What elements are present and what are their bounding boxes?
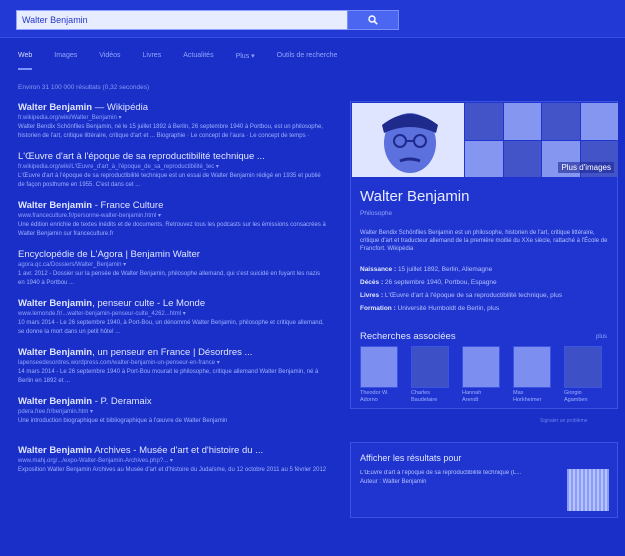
person-photo	[411, 346, 449, 388]
search-result: Encyclopédie de L'Agora | Benjamin Walte…	[18, 249, 328, 287]
related-people: Theodor W. Adorno Charles Baudelaire Hanna…	[360, 346, 602, 404]
portrait-image[interactable]	[352, 103, 464, 177]
person-photo	[513, 346, 551, 388]
result-url[interactable]: pdera.free.fr/benjamin.htm ▾	[18, 408, 328, 417]
result-stats: Environ 31 100 000 résultats (0,32 secon…	[18, 84, 150, 91]
entity-description: Walter Bendix Schönflies Benjamin est un…	[360, 230, 608, 252]
person-name: Giorgio Agamben	[564, 390, 588, 403]
person-photo	[462, 346, 500, 388]
result-url[interactable]: www.mahj.org/.../expo-Walter-Benjamin-Ar…	[18, 457, 328, 466]
person-name: Hannah Arendt	[462, 390, 482, 403]
search-button[interactable]	[347, 10, 399, 30]
search-input[interactable]: Walter Benjamin	[16, 10, 348, 30]
search-icon	[368, 15, 378, 25]
book-author: Auteur : Walter Benjamin	[360, 479, 427, 485]
result-title-link[interactable]: Walter Benjamin - France Culture	[18, 200, 328, 212]
fact-death: Décès : 26 septembre 1940, Portbou, Espa…	[360, 279, 497, 286]
search-result: Walter Benjamin - France Culture www.fra…	[18, 200, 328, 238]
result-url[interactable]: fr.wikipedia.org/wiki/L'Œuvre_d'art_à_l'…	[18, 163, 328, 172]
thumbnail-image[interactable]	[465, 103, 503, 140]
result-url[interactable]: lapenseedesordres.wordpress.com/walter-b…	[18, 359, 328, 368]
result-snippet: Une introduction biographique et bibliog…	[18, 418, 228, 424]
fact-books[interactable]: Livres : L'Œuvre d'art à l'époque de sa …	[360, 292, 612, 299]
thumbnail-image[interactable]	[542, 103, 580, 140]
person-name: Charles Baudelaire	[411, 390, 438, 403]
fact-education[interactable]: Formation : Université Humboldt de Berli…	[360, 305, 612, 312]
result-snippet: Une édition enrichie de textes inédits e…	[18, 222, 326, 237]
show-results-heading: Afficher les résultats pour	[360, 453, 462, 463]
result-url[interactable]: agora.qc.ca/Dossiers/Walter_Benjamin ▾	[18, 261, 328, 270]
result-title-link[interactable]: Encyclopédie de L'Agora | Benjamin Walte…	[18, 249, 328, 261]
search-result: Walter Benjamin — Wikipédia fr.wikipedia…	[18, 102, 328, 140]
search-tabs: Web Images Vidéos Livres Actualités Plus…	[18, 52, 359, 70]
result-title-link[interactable]: Walter Benjamin, penseur culte - Le Mond…	[18, 298, 328, 310]
result-url[interactable]: www.franceculture.fr/personne-walter-ben…	[18, 212, 328, 221]
related-searches-heading: Recherches associées	[360, 331, 456, 342]
tab-web[interactable]: Web	[18, 52, 33, 70]
result-url[interactable]: fr.wikipedia.org/wiki/Walter_Benjamin ▾	[18, 114, 328, 123]
fact-birth: Naissance : 15 juillet 1892, Berlin, All…	[360, 266, 493, 273]
top-bar: Walter Benjamin	[0, 0, 625, 38]
knowledge-panel: Plus d'images Walter Benjamin Philosophe…	[350, 101, 618, 409]
related-person[interactable]: Giorgio Agamben	[564, 346, 602, 404]
related-person[interactable]: Charles Baudelaire	[411, 346, 449, 404]
tab-more[interactable]: Plus ▾	[236, 52, 255, 70]
thumbnail-image[interactable]	[465, 140, 503, 177]
tab-images[interactable]: Images	[54, 52, 77, 70]
person-name: Theodor W. Adorno	[360, 390, 389, 403]
search-result: L'Œuvre d'art à l'époque de sa reproduct…	[18, 151, 328, 189]
related-person[interactable]: Hannah Arendt	[462, 346, 500, 404]
result-title-link[interactable]: Walter Benjamin Archives - Musée d'art e…	[18, 445, 328, 457]
person-photo	[564, 346, 602, 388]
result-snippet: Exposition Walter Benjamin Archives au M…	[18, 467, 327, 473]
result-snippet: 1 avr. 2012 - Dossier sur la pensée de W…	[18, 271, 321, 286]
tab-videos[interactable]: Vidéos	[99, 52, 120, 70]
result-snippet: 10 mars 2014 - Le 26 septembre 1940, à P…	[18, 320, 324, 335]
search-result: Walter Benjamin - P. Deramaix pdera.free…	[18, 396, 328, 434]
thumbnail-image[interactable]	[503, 140, 541, 177]
search-result: Walter Benjamin, penseur culte - Le Mond…	[18, 298, 328, 336]
result-url[interactable]: www.lemonde.fr/...walter-benjamin-penseu…	[18, 310, 328, 319]
result-snippet: L'Œuvre d'art à l'époque de sa reproduct…	[18, 173, 321, 188]
related-person[interactable]: Theodor W. Adorno	[360, 346, 398, 404]
portrait-drawing	[352, 103, 464, 177]
thumbnail-image[interactable]	[503, 103, 541, 140]
book-link[interactable]: L'Œuvre d'art à l'époque de sa reproduct…	[360, 470, 550, 476]
related-more-link[interactable]: plus	[596, 334, 607, 340]
entity-name: Walter Benjamin	[360, 188, 470, 205]
book-cover-image[interactable]	[567, 469, 609, 511]
thumbnail-image[interactable]	[580, 103, 618, 140]
person-photo	[360, 346, 398, 388]
feedback-link[interactable]: Signaler un problème	[540, 418, 588, 424]
show-results-for-box: Afficher les résultats pour L'Œuvre d'ar…	[350, 442, 618, 518]
result-title-link[interactable]: Walter Benjamin, un penseur en France | …	[18, 347, 328, 359]
tab-search-tools[interactable]: Outils de recherche	[277, 52, 338, 70]
result-snippet: Walter Bendix Schönflies Benjamin, né le…	[18, 124, 323, 139]
result-title-link[interactable]: L'Œuvre d'art à l'époque de sa reproduct…	[18, 151, 328, 163]
person-name: Max Horkheimer	[513, 390, 542, 403]
image-strip: Plus d'images	[352, 103, 618, 177]
result-title-link[interactable]: Walter Benjamin — Wikipédia	[18, 102, 328, 114]
related-person[interactable]: Max Horkheimer	[513, 346, 551, 404]
tab-news[interactable]: Actualités	[183, 52, 213, 70]
search-result: Walter Benjamin Archives - Musée d'art e…	[18, 445, 328, 483]
results-list: Walter Benjamin — Wikipédia fr.wikipedia…	[18, 102, 328, 494]
tab-books[interactable]: Livres	[143, 52, 162, 70]
more-images-link[interactable]: Plus d'images	[558, 162, 614, 173]
entity-type: Philosophe	[360, 210, 393, 217]
search-result: Walter Benjamin, un penseur en France | …	[18, 347, 328, 385]
result-title-link[interactable]: Walter Benjamin - P. Deramaix	[18, 396, 328, 408]
result-snippet: 14 mars 2014 - Le 26 septembre 1940 à Po…	[18, 369, 319, 384]
